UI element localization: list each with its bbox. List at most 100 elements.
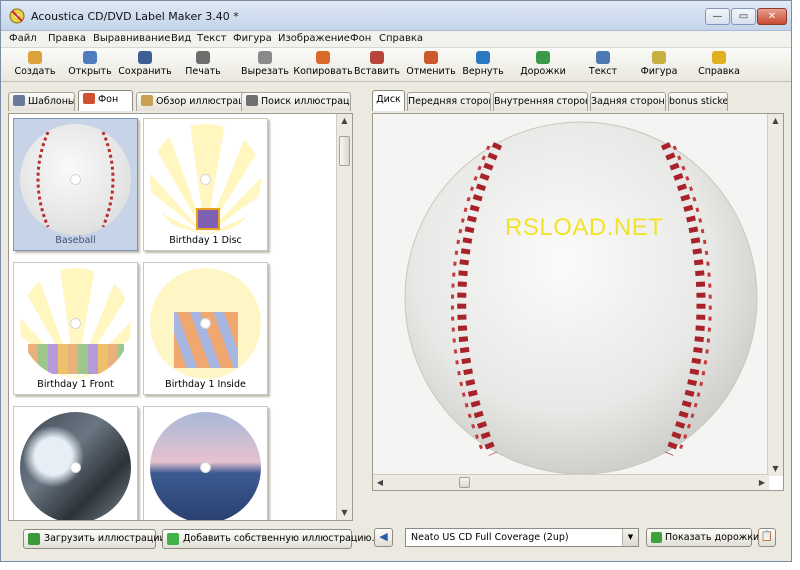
toolbar-label: Вернуть	[462, 66, 504, 77]
toolbar-button-shape[interactable]: Фигура	[629, 51, 689, 77]
toolbar-button-text[interactable]: Текст	[573, 51, 633, 77]
gallery-item-baseball[interactable]: Baseball	[13, 118, 138, 251]
toolbar-label: Открыть	[68, 66, 112, 77]
menu-view[interactable]: Вид	[171, 33, 191, 44]
toolbar-button-cut[interactable]: Вырезать	[235, 51, 295, 77]
gift-box-icon	[196, 208, 220, 230]
canvas-scroll-up-arrow[interactable]: ▲	[768, 114, 783, 128]
tab-back-side[interactable]: Задняя сторона	[590, 92, 666, 111]
design-canvas[interactable]: RSLOAD.NET ▲ ▼ ◀ ▶	[372, 113, 784, 491]
save-icon	[138, 51, 152, 64]
canvas-scroll-right-arrow[interactable]: ▶	[755, 475, 769, 490]
toolbar-label: Вырезать	[241, 66, 289, 77]
show-tracks-label: Показать дорожки	[665, 532, 760, 543]
toolbar-button-save[interactable]: Сохранить	[115, 51, 175, 77]
browse-illustrations-icon	[141, 95, 153, 106]
dropdown-arrow-icon[interactable]: ▼	[622, 529, 638, 546]
add-icon	[167, 533, 179, 545]
text-icon	[596, 51, 610, 64]
tab-inside-side[interactable]: Внутренняя сторона	[493, 92, 588, 111]
menu-shape[interactable]: Фигура	[233, 33, 272, 44]
menu-align[interactable]: Выравнивание	[93, 33, 170, 44]
disc-hole	[70, 462, 81, 473]
prev-label-button[interactable]: ◀	[374, 528, 393, 547]
toolbar-label: Текст	[588, 66, 618, 77]
tab-bonus-sticker[interactable]: bonus sticker	[668, 92, 728, 111]
gallery-item-waterfall[interactable]	[13, 406, 138, 520]
gallery-item-birthday-disc[interactable]: Birthday 1 Disc	[143, 118, 268, 251]
help-icon	[712, 51, 726, 64]
bottom-bar: ◀ Neato US CD Full Coverage (2up) ▼ Пока…	[372, 528, 784, 550]
maximize-button[interactable]: ▭	[731, 8, 756, 25]
gallery-caption: Birthday 1 Front	[37, 379, 114, 390]
canvas-horizontal-scrollbar[interactable]: ◀ ▶	[373, 474, 769, 490]
birthday-front-thumbnail	[20, 268, 131, 379]
tab-search-illustrations[interactable]: Поиск иллюстраций	[241, 92, 351, 111]
waterfall-thumbnail	[20, 412, 131, 520]
toolbar-button-redo[interactable]: Вернуть	[453, 51, 513, 77]
tab-background[interactable]: Фон	[78, 90, 133, 111]
print-icon	[196, 51, 210, 64]
canvas-scroll-thumb[interactable]	[459, 477, 470, 488]
toolbar-label: Фигура	[640, 66, 678, 77]
tab-background-label: Фон	[98, 94, 119, 105]
toolbar-button-open[interactable]: Открыть	[60, 51, 120, 77]
title-bar: Acoustica CD/DVD Label Maker 3.40 * — ▭ …	[1, 1, 791, 31]
birthday-disc-thumbnail	[150, 124, 261, 235]
app-logo-icon	[9, 8, 25, 24]
toolbar-button-copy[interactable]: Копировать	[293, 51, 353, 77]
gallery-item-birthday-inside[interactable]: Birthday 1 Inside	[143, 262, 268, 395]
show-tracks-button[interactable]: Показать дорожки	[646, 528, 759, 547]
toolbar-button-paste[interactable]: Вставить	[347, 51, 407, 77]
birthday-inside-thumbnail	[150, 268, 261, 379]
menu-help[interactable]: Справка	[379, 33, 423, 44]
gallery-caption: Birthday 1 Disc	[169, 235, 242, 246]
menu-background[interactable]: Фон	[350, 33, 371, 44]
canvas-scroll-left-arrow[interactable]: ◀	[373, 475, 387, 490]
undo-icon	[424, 51, 438, 64]
disc-hole	[70, 318, 81, 329]
watermark-text: RSLOAD.NET	[505, 214, 664, 241]
disc-hole	[70, 174, 81, 185]
tab-search-label: Поиск иллюстраций	[261, 96, 350, 107]
tab-front-side[interactable]: Передняя сторона	[407, 92, 491, 111]
menu-file[interactable]: Файл	[9, 33, 37, 44]
disc-hole	[200, 174, 211, 185]
toolbar-label: Копировать	[293, 66, 353, 77]
shape-icon	[652, 51, 666, 64]
gallery-item-birthday-front[interactable]: Birthday 1 Front	[13, 262, 138, 395]
menu-image[interactable]: Изображение	[278, 33, 350, 44]
tab-browse-illustrations[interactable]: Обзор иллюстраций	[136, 92, 246, 111]
clipboard-button[interactable]: 📋	[758, 528, 776, 547]
toolbar-button-print[interactable]: Печать	[173, 51, 233, 77]
load-illustrations-button[interactable]: Загрузить иллюстрации...	[23, 529, 175, 549]
menu-edit[interactable]: Правка	[48, 33, 86, 44]
search-illustrations-icon	[246, 95, 258, 106]
canvas-vertical-scrollbar[interactable]: ▲ ▼	[767, 114, 783, 476]
toolbar-label: Отменить	[406, 66, 456, 77]
menu-text[interactable]: Текст	[197, 33, 227, 44]
add-own-illustration-button[interactable]: Добавить собственную иллюстрацию...	[162, 529, 381, 549]
scroll-down-arrow[interactable]: ▼	[337, 506, 352, 520]
scroll-up-arrow[interactable]: ▲	[337, 114, 352, 128]
toolbar-button-new[interactable]: Создать	[5, 51, 65, 77]
close-button[interactable]: ✕	[757, 8, 787, 25]
gallery-item-sunset-boats[interactable]	[143, 406, 268, 520]
tab-disc[interactable]: Диск	[372, 90, 405, 111]
panel-splitter[interactable]	[360, 92, 368, 554]
canvas-scroll-down-arrow[interactable]: ▼	[768, 462, 783, 476]
label-type-select[interactable]: Neato US CD Full Coverage (2up) ▼	[405, 528, 639, 547]
tab-templates[interactable]: Шаблоны	[8, 92, 75, 111]
gallery-scrollbar[interactable]: ▲ ▼	[336, 114, 352, 520]
toolbar-button-help[interactable]: Справка	[689, 51, 749, 77]
toolbar-button-undo[interactable]: Отменить	[401, 51, 461, 77]
menu-bar: Файл Правка Выравнивание Вид Текст Фигур…	[1, 31, 791, 48]
toolbar-label: Справка	[698, 66, 740, 77]
toolbar-label: Вставить	[353, 66, 400, 77]
gallery-caption: Birthday 1 Inside	[165, 379, 246, 390]
templates-icon	[13, 95, 25, 106]
toolbar-button-tracks[interactable]: Дорожки	[513, 51, 573, 77]
background-gallery: Baseball Birthday 1 Disc Birthday 1 Fron…	[8, 113, 353, 521]
scroll-thumb[interactable]	[339, 136, 350, 166]
minimize-button[interactable]: —	[705, 8, 730, 25]
